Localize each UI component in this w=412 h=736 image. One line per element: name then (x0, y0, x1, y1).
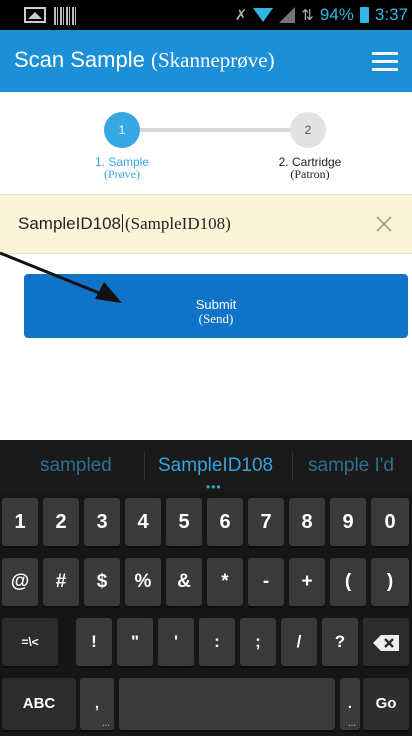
clear-icon[interactable] (368, 208, 400, 240)
key-5[interactable]: 5 (166, 498, 202, 546)
key-open-paren[interactable]: ( (330, 558, 366, 606)
step-1-label: 1. Sample (Prøve) (72, 156, 172, 180)
hamburger-menu-icon[interactable] (372, 52, 398, 72)
key-2[interactable]: 2 (43, 498, 79, 546)
text-cursor (122, 214, 124, 232)
key-more-indicator: … (348, 719, 356, 728)
key-comma-label: , (94, 695, 100, 712)
key-at[interactable]: @ (2, 558, 38, 606)
barcode-notification-icon (54, 7, 76, 25)
wifi-icon (253, 8, 274, 22)
battery-percent: 94% (319, 5, 354, 24)
sample-id-translation: (SampleID108) (125, 214, 231, 233)
key-hash[interactable]: # (43, 558, 79, 606)
step-1-label-translation: (Prøve) (104, 167, 140, 181)
key-apostrophe[interactable]: ' (158, 618, 194, 666)
progress-stepper: 1 2 1. Sample (Prøve) 2. Cartridge (Patr… (0, 92, 412, 192)
go-key[interactable]: Go (363, 678, 409, 730)
step-2-indicator: 2 (290, 112, 326, 148)
key-double-quote[interactable]: " (117, 618, 153, 666)
mute-icon: ✗ (234, 7, 248, 24)
step-2-label-translation: (Patron) (290, 167, 330, 181)
abc-key[interactable]: ABC (2, 678, 76, 730)
data-transfer-icon: ⇅ (301, 7, 314, 24)
key-ampersand[interactable]: & (166, 558, 202, 606)
key-1[interactable]: 1 (2, 498, 38, 546)
image-notification-icon (24, 7, 46, 23)
key-minus[interactable]: - (248, 558, 284, 606)
key-period[interactable]: . … (340, 678, 360, 730)
suggestion-strip: sampled SampleID108 ••• sample I'd (0, 440, 412, 494)
suggestion-1[interactable]: sampled (40, 455, 112, 477)
suggestion-2[interactable]: SampleID108 (158, 455, 273, 477)
sample-id-field[interactable]: SampleID108 (SampleID108) (0, 194, 412, 254)
key-percent[interactable]: % (125, 558, 161, 606)
step-1-indicator: 1 (104, 112, 140, 148)
key-asterisk[interactable]: * (207, 558, 243, 606)
sample-id-input[interactable]: SampleID108 (SampleID108) (18, 214, 231, 234)
battery-icon (359, 7, 369, 23)
status-bar: ✗ ⇅ 94% 3:37 (0, 0, 412, 30)
key-dollar[interactable]: $ (84, 558, 120, 606)
page-title: Scan Sample (Skanneprøve) (14, 47, 275, 73)
suggestion-divider (292, 452, 293, 480)
key-7[interactable]: 7 (248, 498, 284, 546)
step-2-label: 2. Cartridge (Patron) (255, 156, 365, 180)
key-6[interactable]: 6 (207, 498, 243, 546)
more-suggestions-indicator: ••• (206, 480, 222, 494)
key-colon[interactable]: : (199, 618, 235, 666)
stepper-connector (137, 128, 290, 132)
key-exclamation[interactable]: ! (76, 618, 112, 666)
backspace-icon (373, 634, 399, 651)
key-slash[interactable]: / (281, 618, 317, 666)
signal-icon (279, 7, 296, 23)
key-3[interactable]: 3 (84, 498, 120, 546)
clock: 3:37 (374, 5, 408, 24)
key-more-indicator: … (102, 719, 110, 728)
key-4[interactable]: 4 (125, 498, 161, 546)
more-symbols-key[interactable]: =\< (2, 618, 58, 666)
key-9[interactable]: 9 (330, 498, 366, 546)
suggestion-divider (144, 452, 145, 480)
backspace-key[interactable] (363, 618, 409, 666)
suggestion-3[interactable]: sample I'd (308, 455, 394, 477)
sample-id-value: SampleID108 (18, 214, 122, 233)
key-question[interactable]: ? (322, 618, 358, 666)
app-bar: Scan Sample (Skanneprøve) (0, 30, 412, 92)
page-title-translation: (Skanneprøve) (150, 48, 275, 72)
key-0[interactable]: 0 (371, 498, 409, 546)
key-comma[interactable]: , … (80, 678, 114, 730)
key-semicolon[interactable]: ; (240, 618, 276, 666)
key-close-paren[interactable]: ) (371, 558, 409, 606)
space-key[interactable] (119, 678, 335, 730)
soft-keyboard: sampled SampleID108 ••• sample I'd 1 2 3… (0, 440, 412, 736)
submit-button-label: Submit (195, 297, 237, 312)
key-period-label: . (347, 695, 353, 712)
key-8[interactable]: 8 (289, 498, 325, 546)
page-title-text: Scan Sample (14, 47, 145, 72)
annotation-arrow (0, 251, 122, 303)
submit-button-translation: (Send) (198, 311, 234, 326)
key-plus[interactable]: + (289, 558, 325, 606)
